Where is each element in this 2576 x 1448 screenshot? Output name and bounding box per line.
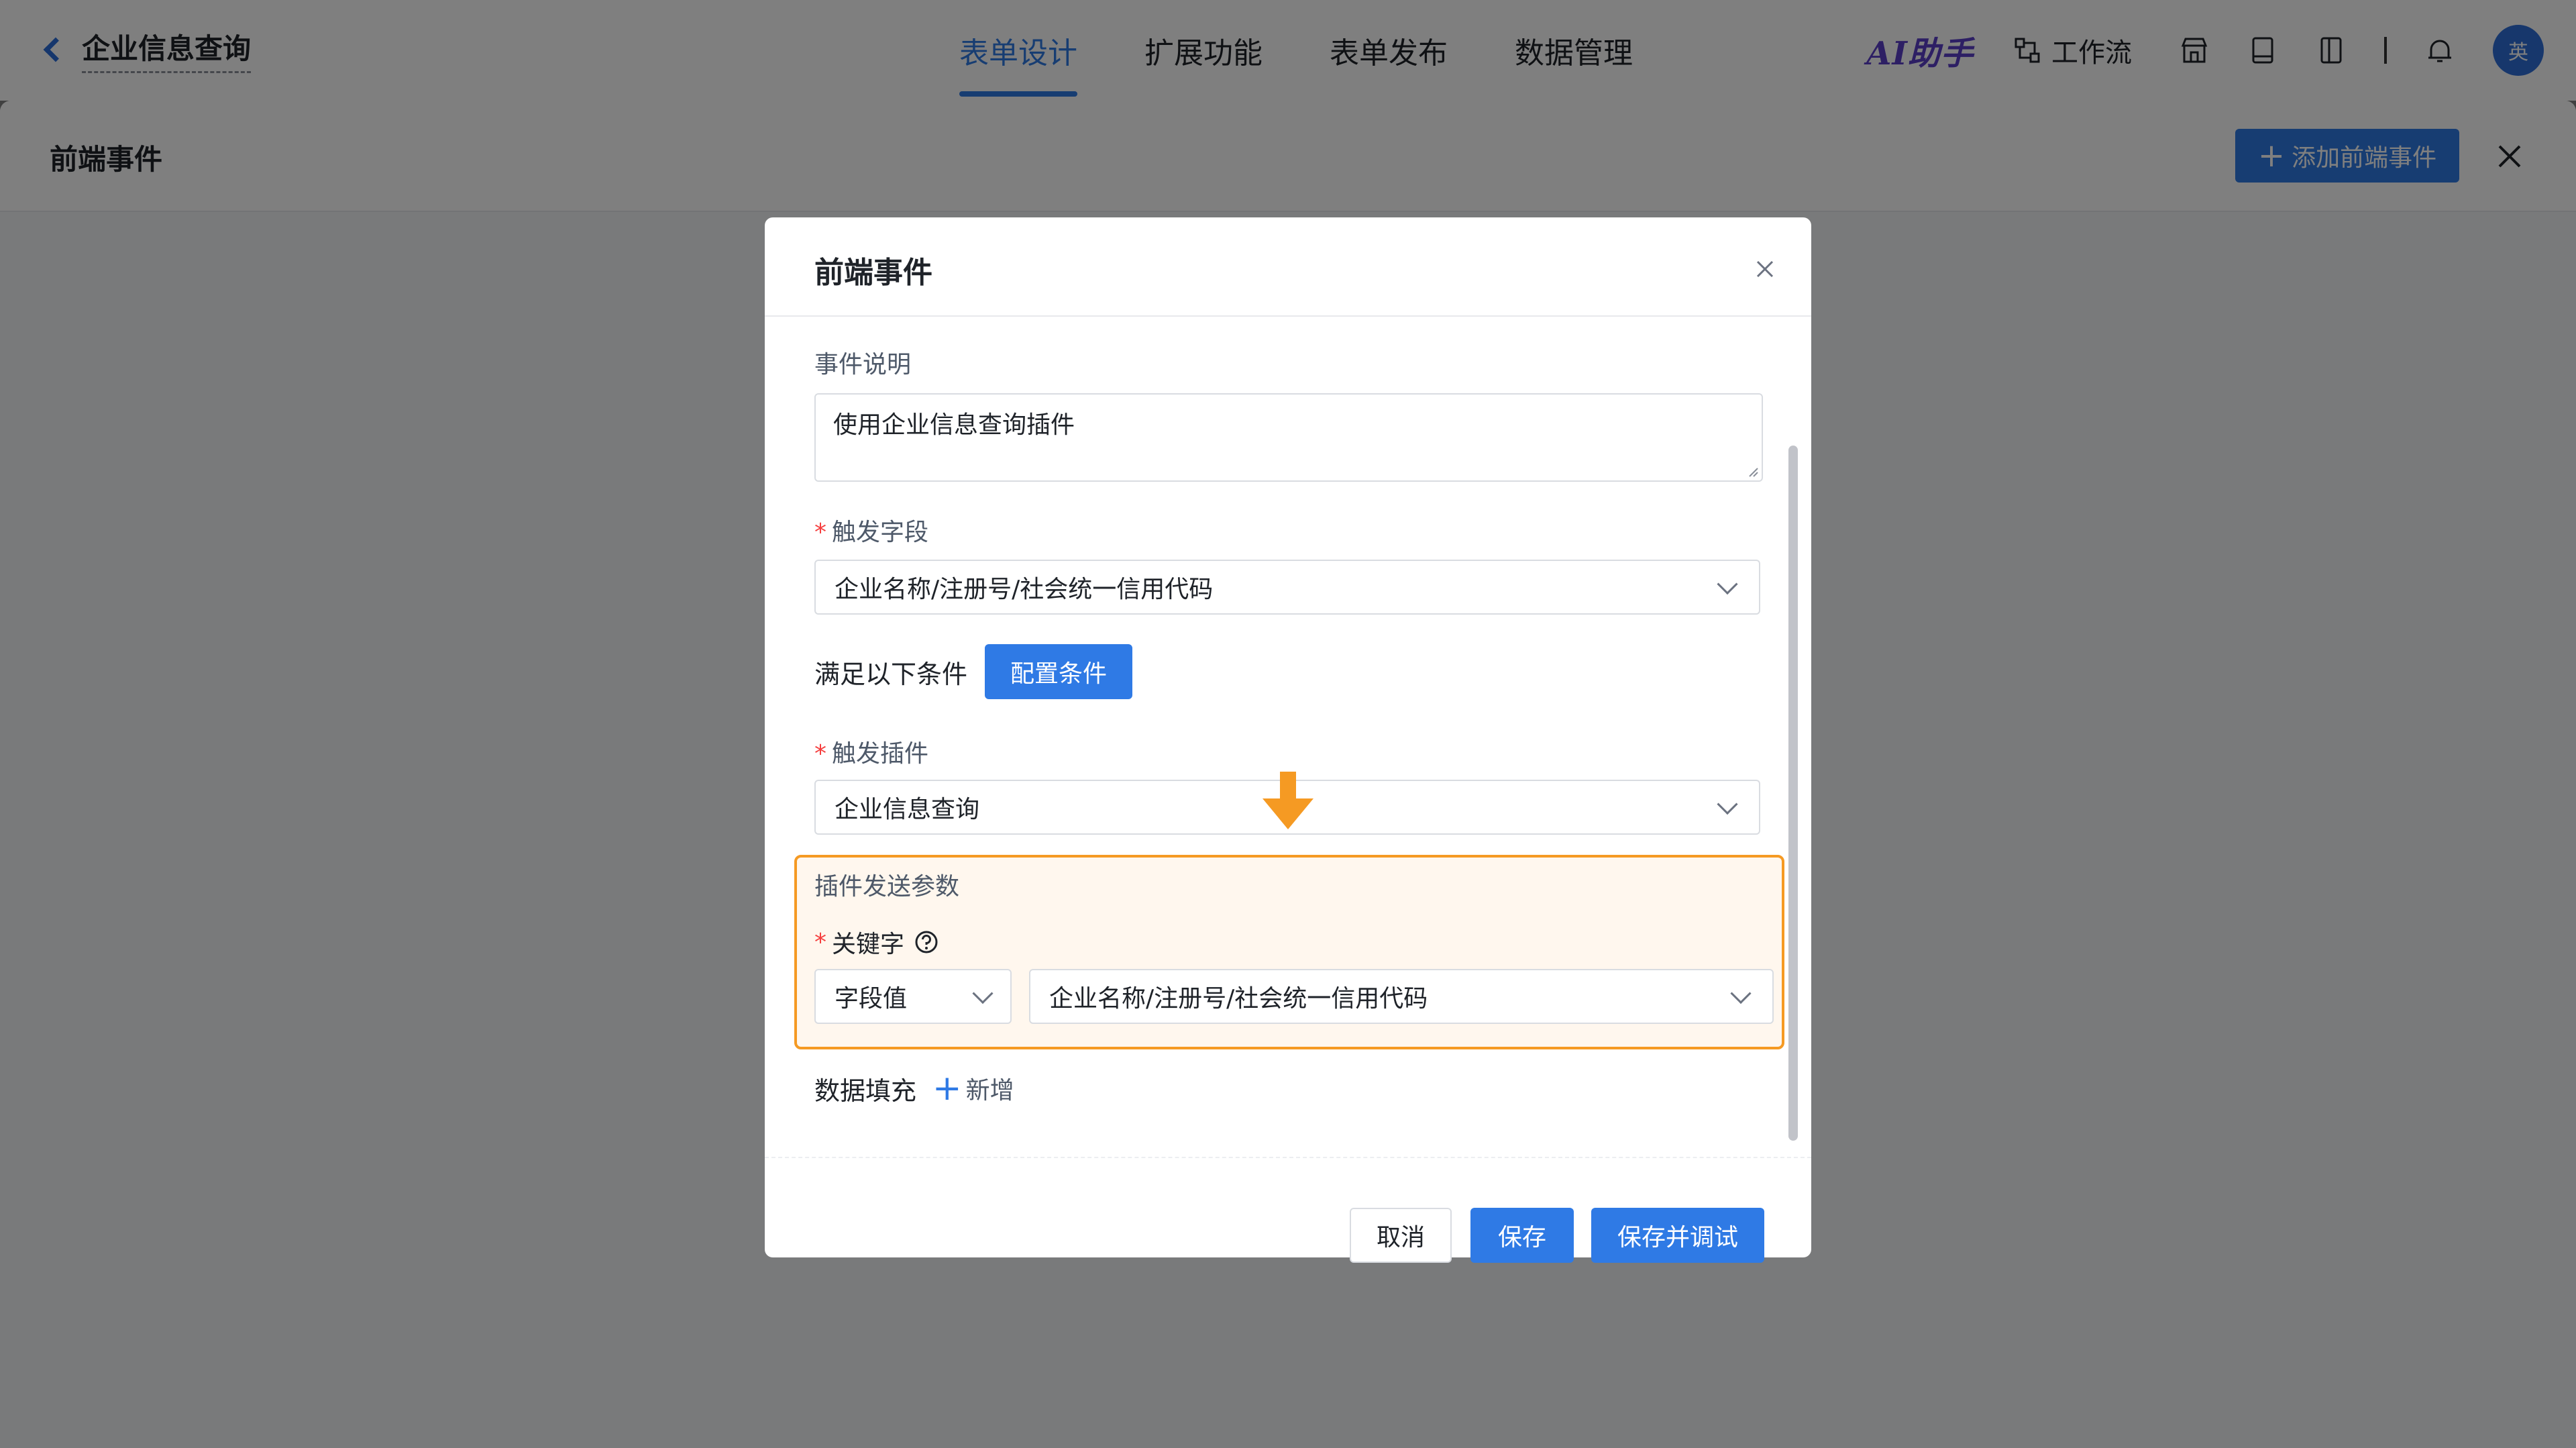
frontend-event-dialog: 前端事件 事件说明 使用企业信息查询插件 * 触发字段 企业名称/注册号/社会统一… bbox=[765, 217, 1811, 1263]
chevron-down-icon bbox=[972, 983, 994, 1004]
trigger-field-select[interactable]: 企业名称/注册号/社会统一信用代码 bbox=[814, 560, 1760, 615]
scrollbar-thumb[interactable] bbox=[1788, 446, 1798, 1141]
keyword-field-value: 企业名称/注册号/社会统一信用代码 bbox=[1049, 985, 1428, 1013]
keyword-field-select[interactable]: 企业名称/注册号/社会统一信用代码 bbox=[1029, 969, 1774, 1024]
save-button[interactable]: 保存 bbox=[1470, 1208, 1574, 1263]
chevron-down-icon bbox=[1730, 983, 1752, 1004]
help-icon[interactable] bbox=[914, 929, 939, 955]
keyword-value-type-select[interactable]: 字段值 bbox=[814, 969, 1012, 1024]
plus-icon: + bbox=[932, 1068, 962, 1108]
dialog-header: 前端事件 bbox=[765, 217, 1811, 317]
required-mark: * bbox=[814, 740, 826, 768]
add-data-fill-label: 新增 bbox=[965, 1077, 1014, 1104]
chevron-down-icon bbox=[1717, 794, 1738, 815]
event-desc-value: 使用企业信息查询插件 bbox=[833, 411, 1075, 439]
required-mark: * bbox=[814, 519, 826, 546]
condition-label: 满足以下条件 bbox=[814, 659, 968, 689]
resize-grip-icon[interactable] bbox=[1747, 466, 1759, 478]
trigger-field-label: * 触发字段 bbox=[814, 513, 928, 548]
annotation-arrow-down-icon bbox=[1263, 772, 1313, 829]
keyword-value-type: 字段值 bbox=[835, 985, 908, 1013]
add-data-fill-button[interactable]: + 新增 bbox=[932, 1071, 1014, 1106]
trigger-field-label-text: 触发字段 bbox=[832, 519, 929, 546]
chevron-down-icon bbox=[1717, 574, 1738, 595]
plugin-params-panel: 插件发送参数 * 关键字 字段值 企业名称/注册号/社会统一信用代码 bbox=[794, 855, 1784, 1049]
config-condition-button[interactable]: 配置条件 bbox=[985, 644, 1133, 699]
keyword-label: * 关键字 bbox=[814, 925, 939, 960]
keyword-label-text: 关键字 bbox=[832, 931, 905, 958]
cancel-button[interactable]: 取消 bbox=[1350, 1208, 1452, 1263]
event-desc-textarea[interactable]: 使用企业信息查询插件 bbox=[814, 393, 1763, 482]
plugin-params-title: 插件发送参数 bbox=[814, 873, 960, 900]
trigger-plugin-label: * 触发插件 bbox=[814, 734, 928, 769]
dialog-footer: 取消 保存 保存并调试 bbox=[765, 1157, 1811, 1263]
required-mark: * bbox=[814, 928, 826, 956]
trigger-field-value: 企业名称/注册号/社会统一信用代码 bbox=[835, 576, 1214, 603]
trigger-plugin-value: 企业信息查询 bbox=[835, 796, 980, 823]
data-fill-label: 数据填充 bbox=[814, 1076, 917, 1106]
dialog-title: 前端事件 bbox=[814, 256, 932, 290]
save-and-debug-button[interactable]: 保存并调试 bbox=[1591, 1208, 1764, 1263]
data-fill-row: 数据填充 + 新增 bbox=[814, 1068, 1014, 1108]
trigger-plugin-label-text: 触发插件 bbox=[832, 740, 929, 768]
condition-row: 满足以下条件 配置条件 bbox=[814, 644, 1133, 699]
event-desc-label: 事件说明 bbox=[814, 351, 912, 378]
dialog-close-icon[interactable] bbox=[1754, 258, 1776, 280]
